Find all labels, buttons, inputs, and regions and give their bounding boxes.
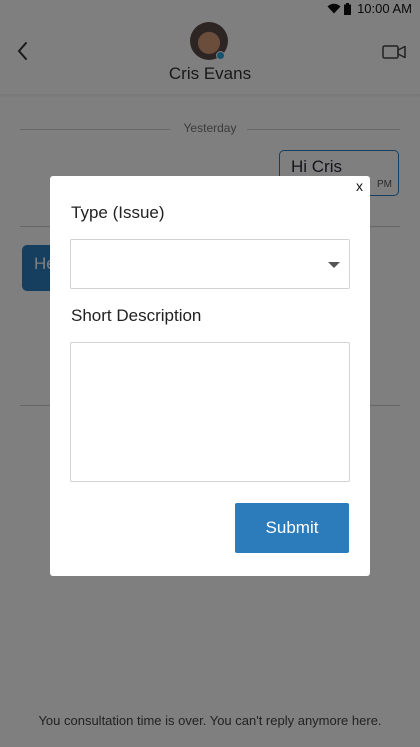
type-issue-label: Type (Issue)	[71, 203, 165, 222]
dropdown-caret-icon	[328, 262, 340, 268]
submit-button[interactable]: Submit	[235, 503, 349, 553]
short-description-input[interactable]	[70, 342, 350, 482]
short-description-label: Short Description	[71, 306, 202, 325]
issue-report-dialog: x Type (Issue) Short Description Submit	[50, 176, 370, 576]
close-button[interactable]: x	[356, 178, 363, 194]
type-issue-select[interactable]	[70, 239, 350, 289]
